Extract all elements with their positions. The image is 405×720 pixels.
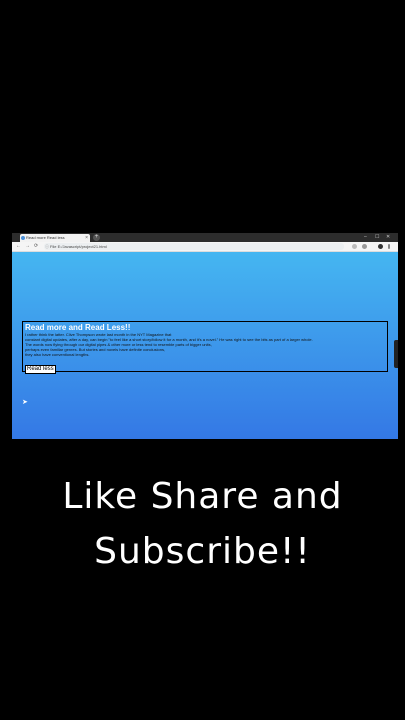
tab-close-icon[interactable]: × — [85, 234, 88, 242]
back-icon[interactable]: ← — [16, 242, 21, 251]
favicon-icon — [21, 236, 25, 240]
page-heading: Read more and Read Less!! — [25, 323, 131, 332]
url-text: E:/Javascript/project21.html — [57, 244, 107, 249]
cta-line-1: Like Share and — [62, 476, 343, 517]
side-panel-handle[interactable] — [394, 340, 398, 368]
new-tab-button[interactable]: + — [93, 234, 100, 241]
forward-icon[interactable]: → — [25, 242, 30, 251]
tab-read-more[interactable]: Read more Read less × — [20, 234, 90, 242]
page-content: Read more and Read Less!! I rather think… — [12, 252, 398, 439]
minimize-icon[interactable]: – — [364, 233, 367, 242]
browser-window: Read more Read less × + – ☐ ✕ ← → ⟳ ⓘ Fi… — [12, 233, 398, 439]
menu-icon[interactable] — [388, 244, 390, 249]
reload-icon[interactable]: ⟳ — [34, 242, 38, 251]
tab-bar: Read more Read less × + – ☐ ✕ — [12, 233, 398, 242]
maximize-icon[interactable]: ☐ — [375, 233, 379, 242]
close-window-icon[interactable]: ✕ — [386, 233, 390, 242]
tab-title: Read more Read less — [26, 235, 65, 240]
info-icon: ⓘ — [45, 244, 49, 249]
address-bar[interactable]: ⓘ File E:/Javascript/project21.html — [44, 243, 344, 250]
url-prefix: File — [50, 244, 57, 249]
browser-toolbar: ← → ⟳ ⓘ File E:/Javascript/project21.htm… — [12, 242, 398, 252]
star-icon[interactable] — [352, 244, 357, 249]
read-more-box: Read more and Read Less!! I rather think… — [22, 321, 388, 374]
mouse-cursor-icon: ➤ — [22, 399, 28, 406]
cta-line-2: Subscribe!! — [94, 531, 311, 572]
profile-icon[interactable] — [378, 244, 383, 249]
paragraph-line: they also have conventional lengths. — [25, 352, 90, 357]
extension-icon[interactable] — [362, 244, 367, 249]
read-less-button[interactable]: Read less — [25, 365, 56, 374]
